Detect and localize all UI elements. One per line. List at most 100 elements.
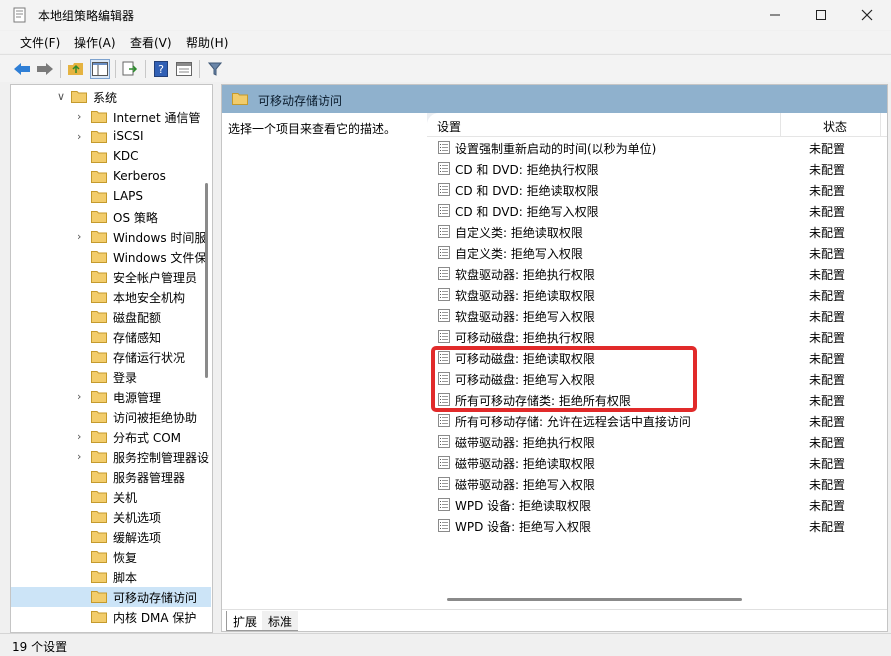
tree-item[interactable]: Windows 文件保 <box>11 247 211 267</box>
column-header-state[interactable]: 状态 <box>823 118 847 135</box>
chevron-right-icon[interactable]: › <box>77 450 87 464</box>
folder-icon <box>91 291 107 303</box>
list-item[interactable]: 磁带驱动器: 拒绝读取权限 未配置 <box>427 452 887 473</box>
properties-button[interactable] <box>174 59 194 79</box>
export-list-button[interactable] <box>120 59 140 79</box>
tree-item[interactable]: LAPS <box>11 187 211 207</box>
folder-icon <box>91 591 107 603</box>
tree-item[interactable]: OS 策略 <box>11 207 211 227</box>
tree-item-label: 存储运行状况 <box>113 351 186 365</box>
tree-item[interactable]: 缓解选项 <box>11 527 211 547</box>
tree-item[interactable]: Kerberos <box>11 167 211 187</box>
tree-item[interactable]: 存储运行状况 <box>11 347 211 367</box>
tree-item[interactable]: 服务器管理器 <box>11 467 211 487</box>
policy-setting-icon <box>438 204 450 217</box>
tree-item[interactable]: › Internet 通信管 <box>11 107 211 127</box>
folder-icon <box>91 511 107 523</box>
list-item[interactable]: 磁带驱动器: 拒绝执行权限 未配置 <box>427 431 887 452</box>
list-item[interactable]: WPD 设备: 拒绝读取权限 未配置 <box>427 494 887 515</box>
tree-item[interactable]: ∨ 系统 <box>11 87 211 107</box>
tree-item[interactable]: 访问被拒绝协助 <box>11 407 211 427</box>
tree-scrollbar[interactable] <box>205 183 208 378</box>
tree-item[interactable]: 存储感知 <box>11 327 211 347</box>
minimize-icon <box>770 14 780 16</box>
setting-name: CD 和 DVD: 拒绝执行权限 <box>455 163 599 177</box>
tree-item-label: 脚本 <box>113 571 138 585</box>
list-item[interactable]: 所有可移动存储: 允许在远程会话中直接访问 未配置 <box>427 410 887 431</box>
tree-item-label: 本地安全机构 <box>113 291 186 305</box>
chevron-right-icon[interactable]: › <box>77 230 87 244</box>
chevron-right-icon[interactable]: › <box>77 430 87 444</box>
list-item[interactable]: CD 和 DVD: 拒绝读取权限 未配置 <box>427 179 887 200</box>
setting-name: 设置强制重新启动的时间(以秒为单位) <box>455 142 657 156</box>
chevron-right-icon[interactable]: › <box>77 390 87 404</box>
setting-state: 未配置 <box>809 478 846 492</box>
filter-button[interactable] <box>205 59 225 79</box>
menu-action[interactable]: 操作(A) <box>74 34 116 51</box>
policy-tree: ∨ 系统 › Internet 通信管 › iSCSI KDC Kerberos LAPS OS … <box>10 84 213 633</box>
chevron-down-icon[interactable]: ∨ <box>57 90 67 104</box>
list-item[interactable]: WPD 设备: 拒绝写入权限 未配置 <box>427 515 887 536</box>
tree-item[interactable]: 可移动存储访问 <box>11 587 211 607</box>
setting-name: 软盘驱动器: 拒绝执行权限 <box>455 268 595 282</box>
chevron-right-icon[interactable]: › <box>77 130 87 144</box>
folder-icon <box>91 211 107 223</box>
tab-extended[interactable]: 扩展 <box>226 611 265 631</box>
list-item[interactable]: 自定义类: 拒绝读取权限 未配置 <box>427 221 887 242</box>
folder-icon <box>91 131 107 143</box>
tree-item[interactable]: › Windows 时间服 <box>11 227 211 247</box>
list-item[interactable]: 可移动磁盘: 拒绝执行权限 未配置 <box>427 326 887 347</box>
setting-name: 可移动磁盘: 拒绝执行权限 <box>455 331 595 345</box>
forward-icon <box>37 63 53 75</box>
maximize-button[interactable] <box>798 0 844 30</box>
help-button[interactable]: ? <box>151 59 171 79</box>
list-horizontal-scrollbar[interactable] <box>447 598 742 601</box>
list-item[interactable]: 设置强制重新启动的时间(以秒为单位) 未配置 <box>427 137 887 158</box>
list-item[interactable]: 软盘驱动器: 拒绝写入权限 未配置 <box>427 305 887 326</box>
tree-item[interactable]: 脚本 <box>11 567 211 587</box>
tree-item[interactable]: 关机 <box>11 487 211 507</box>
list-item[interactable]: 自定义类: 拒绝写入权限 未配置 <box>427 242 887 263</box>
folder-icon <box>91 551 107 563</box>
tree-item[interactable]: › 分布式 COM <box>11 427 211 447</box>
tree-item[interactable]: 本地安全机构 <box>11 287 211 307</box>
setting-name: 软盘驱动器: 拒绝读取权限 <box>455 289 595 303</box>
tree-item-label: 分布式 COM <box>113 431 181 445</box>
tree-item[interactable]: 安全帐户管理员 <box>11 267 211 287</box>
list-item[interactable]: CD 和 DVD: 拒绝执行权限 未配置 <box>427 158 887 179</box>
back-button[interactable] <box>12 59 32 79</box>
up-one-level-button[interactable] <box>66 59 86 79</box>
tree-item[interactable]: › 电源管理 <box>11 387 211 407</box>
list-item[interactable]: 磁带驱动器: 拒绝写入权限 未配置 <box>427 473 887 494</box>
menu-view[interactable]: 查看(V) <box>130 34 172 51</box>
list-item[interactable]: 软盘驱动器: 拒绝执行权限 未配置 <box>427 263 887 284</box>
tree-item[interactable]: › 服务控制管理器设 <box>11 447 211 467</box>
menu-help[interactable]: 帮助(H) <box>186 34 228 51</box>
tree-item-label: iSCSI <box>113 129 144 143</box>
tab-standard[interactable]: 标准 <box>262 611 299 631</box>
tree-item[interactable]: 磁盘配额 <box>11 307 211 327</box>
setting-state: 未配置 <box>809 520 846 534</box>
tree-item-label: Kerberos <box>113 169 166 183</box>
tree-item[interactable]: 登录 <box>11 367 211 387</box>
list-item[interactable]: 软盘驱动器: 拒绝读取权限 未配置 <box>427 284 887 305</box>
list-item[interactable]: CD 和 DVD: 拒绝写入权限 未配置 <box>427 200 887 221</box>
tree-item-label: 恢复 <box>113 551 138 565</box>
minimize-button[interactable] <box>752 0 798 30</box>
tree-item[interactable]: 内核 DMA 保护 <box>11 607 211 627</box>
menu-file[interactable]: 文件(F) <box>20 34 60 51</box>
show-hide-tree-button[interactable] <box>90 59 110 79</box>
tree-item[interactable]: KDC <box>11 147 211 167</box>
chevron-right-icon[interactable]: › <box>77 110 87 124</box>
details-header: 可移动存储访问 <box>222 85 887 113</box>
close-button[interactable] <box>844 0 890 30</box>
toolbar: ? <box>0 54 891 82</box>
tree-item[interactable]: 关机选项 <box>11 507 211 527</box>
folder-icon <box>91 331 107 343</box>
setting-state: 未配置 <box>809 226 846 240</box>
policy-setting-icon <box>438 456 450 469</box>
tree-item[interactable]: › iSCSI <box>11 127 211 147</box>
column-header-setting[interactable]: 设置 <box>437 118 461 135</box>
tree-item[interactable]: 恢复 <box>11 547 211 567</box>
forward-button[interactable] <box>35 59 55 79</box>
